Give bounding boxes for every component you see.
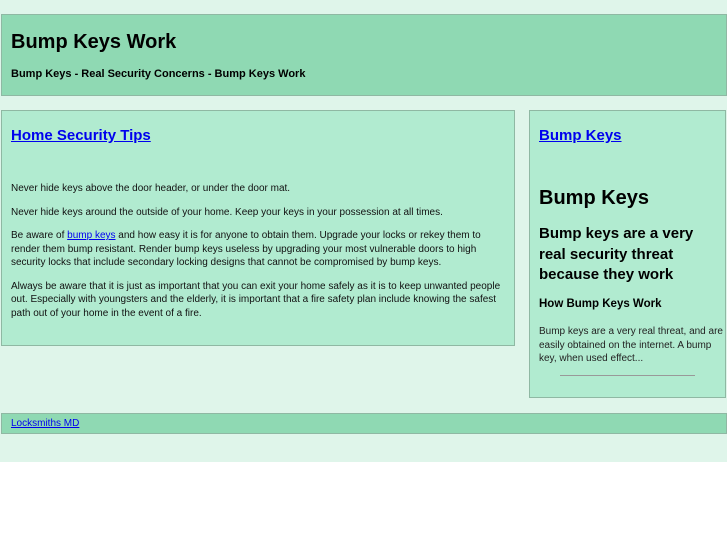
locksmiths-md-link[interactable]: Locksmiths MD <box>11 418 79 429</box>
main-content: Home Security Tips Never hide keys above… <box>1 110 515 346</box>
bump-keys-inline-link[interactable]: bump keys <box>67 230 115 241</box>
tip-paragraph: Never hide keys above the door header, o… <box>11 183 291 194</box>
home-security-tips-link[interactable]: Home Security Tips <box>11 127 151 144</box>
bump-keys-sidebar-link[interactable]: Bump Keys <box>539 127 622 144</box>
sidebar-subheading: Bump keys are a very real security threa… <box>539 225 694 283</box>
tip-paragraph: Be aware of bump keys and how easy it is… <box>11 229 511 270</box>
article-excerpt: Bump keys are a very real threat, and ar… <box>539 326 723 364</box>
site-header: Bump Keys Work Bump Keys - Real Security… <box>1 14 727 96</box>
site-subtitle: Bump Keys - Real Security Concerns - Bum… <box>11 68 306 80</box>
sidebar-link-wrap: Bump Keys <box>539 127 622 144</box>
sidebar: Bump Keys Bump Keys Bump keys are a very… <box>529 110 726 398</box>
text: Be aware of <box>11 230 68 241</box>
article-title: How Bump Keys Work <box>539 298 662 310</box>
main-heading: Home Security Tips <box>11 127 151 144</box>
page-background: Bump Keys Work Bump Keys - Real Security… <box>0 0 727 462</box>
tips-text: Never hide keys above the door header, o… <box>11 182 511 330</box>
sidebar-heading: Bump Keys <box>539 187 650 209</box>
tip-paragraph: Never hide keys around the outside of yo… <box>11 206 443 218</box>
site-title: Bump Keys Work <box>11 31 177 53</box>
divider <box>560 375 695 376</box>
tip-paragraph: Always be aware that it is just as impor… <box>11 280 501 319</box>
site-footer: Locksmiths MD <box>1 413 727 434</box>
